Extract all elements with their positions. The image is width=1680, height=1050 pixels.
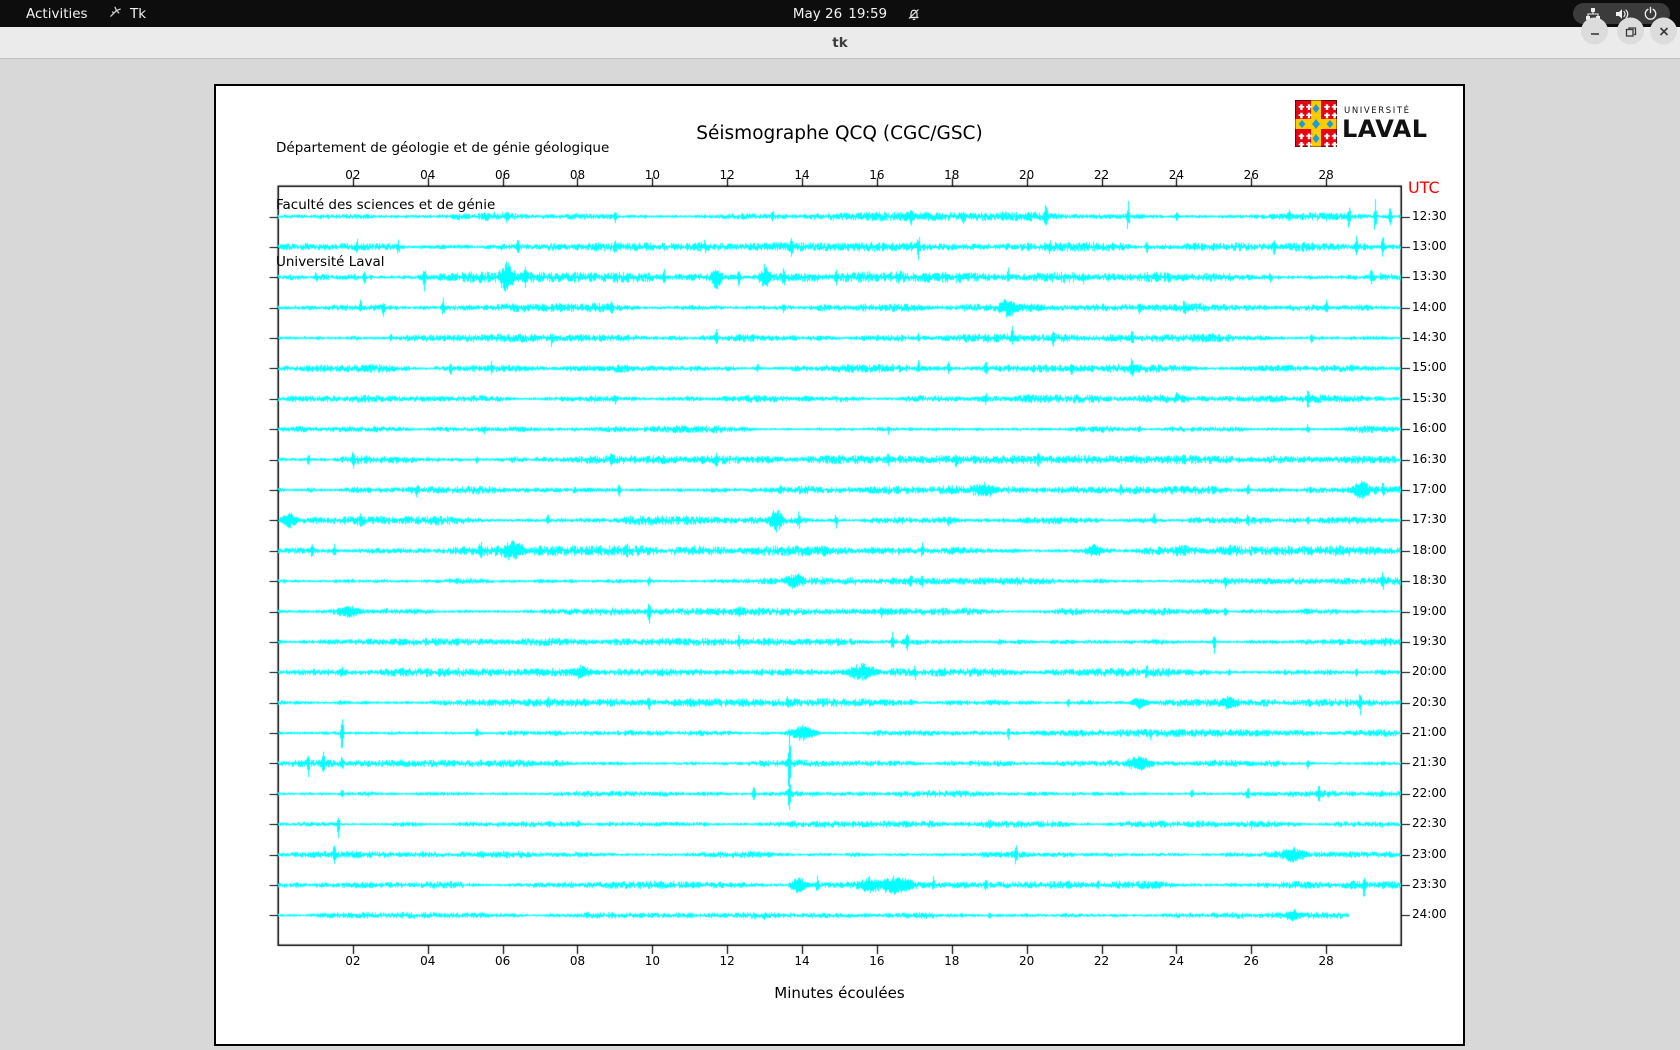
x-tick-label-top: 08 [569, 168, 586, 182]
close-button[interactable] [1650, 17, 1677, 45]
x-tick-label-bottom: 20 [1019, 954, 1035, 968]
x-tick-label-top: 06 [494, 168, 511, 182]
x-tick-label-top: 18 [944, 168, 960, 182]
x-tick-label-top: 22 [1093, 168, 1110, 182]
utc-time-label: 20:30 [1412, 694, 1447, 709]
utc-time-label: 12:30 [1412, 208, 1447, 223]
x-tick-label-top: 24 [1168, 168, 1185, 182]
utc-time-label: 20:00 [1412, 664, 1447, 679]
activities-button[interactable]: Activities [16, 0, 98, 27]
utc-time-label: 21:30 [1412, 755, 1447, 770]
x-tick-label-top: 12 [719, 168, 735, 182]
x-tick-label-top: 02 [345, 168, 361, 182]
window-content: Département de géologie et de génie géol… [0, 60, 1680, 1050]
utc-time-label: 22:00 [1412, 785, 1447, 800]
x-tick-label-top: 14 [794, 168, 810, 182]
clock-time: 19:59 [848, 5, 888, 22]
clock-button[interactable]: May 26 19:59 [793, 0, 887, 27]
x-tick-label-bottom: 18 [944, 954, 960, 968]
x-tick-label-bottom: 10 [644, 954, 660, 968]
utc-time-label: 24:00 [1412, 907, 1447, 922]
x-tick-label-top: 10 [644, 168, 660, 182]
utc-time-label: 23:00 [1412, 846, 1447, 861]
x-tick-label-bottom: 16 [869, 954, 885, 968]
x-tick-label-bottom: 14 [794, 954, 810, 968]
utc-time-label: 17:30 [1412, 512, 1447, 527]
seismograph-canvas [266, 174, 1413, 957]
window-titlebar: tk [0, 27, 1680, 59]
seismograph-report-page: Département de géologie et de génie géol… [214, 84, 1465, 1046]
clock-date: May 26 [792, 5, 843, 22]
utc-time-label: 13:00 [1412, 238, 1447, 253]
x-tick-label-bottom: 22 [1093, 954, 1110, 968]
x-tick-label-top: 28 [1318, 168, 1334, 182]
app-menu[interactable]: Tk [108, 0, 146, 27]
window-title: tk [832, 35, 848, 51]
x-tick-label-bottom: 24 [1168, 954, 1185, 968]
tk-app-icon [108, 4, 123, 23]
x-tick-label-bottom: 02 [345, 954, 361, 968]
restore-button[interactable] [1617, 17, 1644, 45]
x-tick-label-bottom: 04 [420, 954, 436, 968]
x-axis-title: Minutes écoulées [774, 984, 905, 1002]
utc-time-label: 15:30 [1412, 390, 1447, 405]
utc-time-label: 19:00 [1412, 603, 1447, 618]
x-tick-label-bottom: 08 [569, 954, 586, 968]
x-tick-label-bottom: 12 [719, 954, 735, 968]
utc-time-label: 15:00 [1412, 360, 1447, 375]
x-tick-label-top: 20 [1019, 168, 1035, 182]
utc-time-label: 16:00 [1412, 421, 1447, 436]
utc-time-label: 14:30 [1412, 330, 1447, 345]
x-tick-label-bottom: 26 [1243, 954, 1259, 968]
utc-time-label: 14:00 [1412, 299, 1447, 314]
app-menu-label: Tk [130, 5, 147, 22]
utc-axis-label: UTC [1408, 178, 1440, 197]
notifications-muted-icon [905, 5, 923, 23]
minimize-button[interactable] [1581, 17, 1608, 45]
x-tick-label-bottom: 06 [494, 954, 511, 968]
utc-time-label: 23:30 [1412, 877, 1447, 891]
utc-time-label: 21:00 [1412, 725, 1447, 740]
utc-time-label: 18:30 [1412, 573, 1447, 588]
gnome-top-bar: Activities Tk May 26 19:59 [0, 0, 1680, 27]
seismograph-plot: 02 02 04 04 06 06 08 08 10 10 12 12 14 14 16 16 18 18 20 20… [216, 86, 1463, 1044]
x-tick-label-top: 04 [420, 168, 436, 182]
utc-time-label: 13:30 [1412, 269, 1447, 284]
utc-time-label: 18:00 [1412, 542, 1447, 557]
utc-time-label: 16:30 [1412, 451, 1447, 466]
utc-time-label: 22:30 [1412, 816, 1447, 831]
utc-time-label: 19:30 [1412, 633, 1447, 648]
utc-time-label: 17:00 [1412, 481, 1447, 496]
x-tick-label-bottom: 28 [1318, 954, 1334, 968]
x-tick-label-top: 26 [1243, 168, 1259, 182]
x-tick-label-top: 16 [869, 168, 885, 182]
